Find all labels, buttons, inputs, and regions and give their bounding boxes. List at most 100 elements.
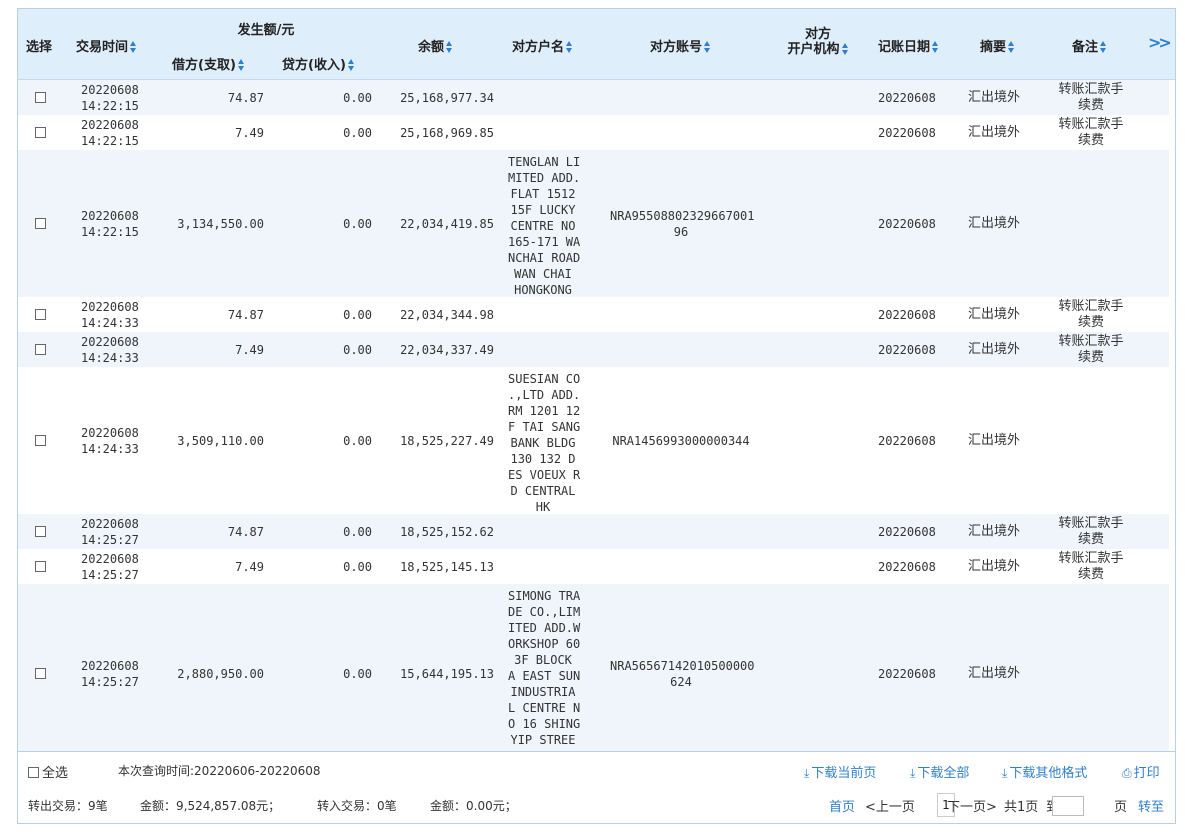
header-book-date[interactable]: 记账日期	[878, 36, 939, 55]
counterparty-name: TENGLAN LI MITED ADD. FLAT 1512 15F LUCK…	[508, 155, 581, 297]
header-counterparty-bank[interactable]: 对方 开户机构	[782, 27, 854, 57]
header-counterparty-name-label: 对方户名	[512, 40, 565, 55]
row-checkbox[interactable]	[35, 126, 46, 138]
out-count: 转出交易：9笔	[28, 799, 108, 813]
download-icon: ⤓	[1002, 766, 1008, 780]
table-row[interactable]: 20220608 14:25:27 7.49 0.00 18,525,145.13 202…	[18, 549, 1169, 584]
sort-arrows-icon[interactable]	[446, 41, 453, 53]
scroll-right-icon[interactable]: >>	[1148, 33, 1172, 52]
page-suffix: 页	[1114, 800, 1128, 815]
table-row[interactable]: 20220608 14:22:15 7.49 0.00 25,168,969.85 202…	[18, 115, 1169, 150]
row-checkbox[interactable]	[35, 91, 46, 103]
goto-button[interactable]: 转至	[1138, 796, 1164, 815]
debit-amount: 7.49	[235, 559, 264, 574]
header-amount-group: 发生额/元	[237, 23, 295, 38]
row-checkbox[interactable]	[35, 560, 46, 572]
debit-amount: 74.87	[227, 307, 264, 322]
download-icon: ⤓	[804, 766, 810, 780]
credit-amount: 0.00	[343, 433, 372, 448]
summary-text: 汇出境外	[968, 124, 1021, 140]
select-all-label: 全选	[42, 766, 69, 781]
transaction-time: 14:25:27	[81, 567, 139, 582]
table-footer: 全选 本次查询时间:20220606-20220608 ⤓ 下载当前页 ⤓ 下载全部…	[17, 752, 1176, 824]
table-row[interactable]: 20220608 14:24:33 3,509,110.00 0.00 18,525,2…	[18, 367, 1169, 514]
table-row[interactable]: 20220608 14:22:15 3,134,550.00 0.00 22,034,4…	[18, 150, 1169, 297]
header-balance[interactable]: 余额	[418, 36, 453, 55]
header-summary[interactable]: 摘要	[980, 36, 1015, 55]
header-counterparty-name[interactable]: 对方户名	[512, 36, 573, 55]
book-date: 20220608	[878, 342, 936, 357]
remark-text: 转账汇款手 续费	[1058, 116, 1124, 148]
header-credit[interactable]: 贷方(收入)	[282, 54, 355, 73]
transaction-date: 20220608	[81, 334, 139, 349]
header-book-date-label: 记账日期	[878, 40, 931, 55]
header-remark-label: 备注	[1072, 40, 1099, 55]
sort-arrows-icon[interactable]	[130, 41, 137, 53]
download-other-format-link[interactable]: ⤓ 下载其他格式	[1002, 762, 1087, 781]
transaction-time: 14:22:15	[81, 133, 139, 148]
sort-arrows-icon[interactable]	[704, 41, 711, 53]
sort-arrows-icon[interactable]	[237, 59, 245, 71]
book-date: 20220608	[878, 216, 936, 231]
counterparty-name: SUESIAN CO .,LTD ADD. RM 1201 12 F TAI S…	[508, 372, 581, 514]
header-time-label: 交易时间	[76, 40, 129, 55]
transaction-date: 20220608	[81, 551, 139, 566]
print-label: 打印	[1133, 766, 1160, 781]
credit-amount: 0.00	[343, 307, 372, 322]
header-counterparty-account-label: 对方账号	[650, 40, 703, 55]
debit-amount: 7.49	[235, 342, 264, 357]
summary-text: 汇出境外	[968, 665, 1021, 681]
counterparty-account: NRA56567142010500000 624	[610, 658, 755, 689]
counterparty-account: NRA1456993000000344	[612, 433, 750, 448]
download-all-link[interactable]: ⤓ 下载全部	[910, 762, 969, 781]
table-row[interactable]: 20220608 14:25:27 74.87 0.00 18,525,152.62 20…	[18, 514, 1169, 549]
table-row[interactable]: 20220608 14:25:27 2,880,950.00 0.00 15,644,1…	[18, 584, 1169, 751]
header-time[interactable]: 交易时间	[76, 36, 137, 55]
balance-amount: 25,168,977.34	[400, 90, 494, 105]
sort-arrows-icon[interactable]	[1100, 41, 1107, 53]
balance-amount: 15,644,195.13	[400, 666, 494, 681]
debit-amount: 7.49	[235, 125, 264, 140]
header-debit[interactable]: 借方(支取)	[172, 54, 245, 73]
print-link[interactable]: ⎙ 打印	[1122, 762, 1160, 781]
row-checkbox[interactable]	[35, 525, 46, 537]
table-row[interactable]: 20220608 14:24:33 74.87 0.00 22,034,344.98 20…	[18, 297, 1169, 332]
book-date: 20220608	[878, 125, 936, 140]
next-page-link[interactable]: 下一页>	[947, 796, 997, 815]
balance-amount: 18,525,227.49	[400, 433, 494, 448]
sort-arrows-icon[interactable]	[841, 43, 849, 55]
download-current-page-link[interactable]: ⤓ 下载当前页	[804, 762, 876, 781]
table-row[interactable]: 20220608 14:22:15 74.87 0.00 25,168,977.34 20…	[18, 80, 1169, 115]
prev-page-link[interactable]: <上一页	[865, 796, 915, 815]
row-checkbox[interactable]	[35, 667, 46, 679]
sort-arrows-icon[interactable]	[566, 41, 573, 53]
balance-amount: 22,034,419.85	[400, 216, 494, 231]
table-row[interactable]: 20220608 14:24:33 7.49 0.00 22,034,337.49 202…	[18, 332, 1169, 367]
download-other-format-label: 下载其他格式	[1009, 766, 1088, 781]
select-all-checkbox[interactable]	[28, 767, 39, 778]
remark-text: 转账汇款手 续费	[1058, 81, 1124, 113]
header-remark[interactable]: 备注	[1072, 36, 1107, 55]
goto-page-input[interactable]	[1052, 796, 1084, 816]
row-checkbox[interactable]	[35, 434, 46, 446]
first-page-link[interactable]: 首页	[829, 796, 855, 815]
summary-text: 汇出境外	[968, 306, 1021, 322]
sort-arrows-icon[interactable]	[932, 41, 939, 53]
select-all[interactable]: 全选	[28, 762, 68, 781]
counterparty-name: SIMONG TRA DE CO.,LIM ITED ADD.W ORKSHOP…	[508, 589, 581, 751]
transaction-time: 14:24:33	[81, 315, 139, 330]
sort-arrows-icon[interactable]	[347, 59, 355, 71]
book-date: 20220608	[878, 433, 936, 448]
credit-amount: 0.00	[343, 216, 372, 231]
row-checkbox[interactable]	[35, 343, 46, 355]
transaction-time: 14:24:33	[81, 350, 139, 365]
transaction-date: 20220608	[81, 299, 139, 314]
total-pages: 共1页	[1004, 800, 1039, 815]
sort-arrows-icon[interactable]	[1008, 41, 1015, 53]
counterparty-account: NRA95508802329667001 96	[610, 208, 755, 239]
book-date: 20220608	[878, 90, 936, 105]
debit-amount: 2,880,950.00	[177, 666, 264, 681]
row-checkbox[interactable]	[35, 308, 46, 320]
row-checkbox[interactable]	[35, 217, 46, 229]
header-counterparty-account[interactable]: 对方账号	[650, 36, 711, 55]
